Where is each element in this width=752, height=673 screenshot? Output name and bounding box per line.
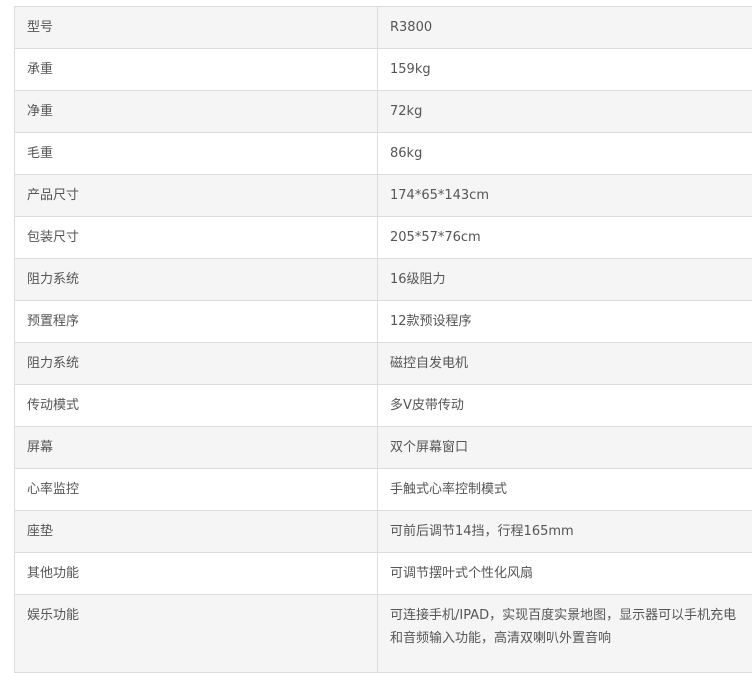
table-row: 座垫 可前后调节14挡，行程165mm — [15, 511, 752, 553]
spec-value: 双个屏幕窗口 — [378, 427, 752, 469]
table-row: 阻力系统 磁控自发电机 — [15, 343, 752, 385]
spec-label: 净重 — [15, 91, 378, 133]
table-row: 娱乐功能 可连接手机/IPAD，实现百度实景地图，显示器可以手机充电和音频输入功… — [15, 595, 752, 673]
spec-value: 多V皮带传动 — [378, 385, 752, 427]
table-row: 阻力系统 16级阻力 — [15, 259, 752, 301]
spec-value: 可调节摆叶式个性化风扇 — [378, 553, 752, 595]
table-row: 净重 72kg — [15, 91, 752, 133]
spec-value: 可连接手机/IPAD，实现百度实景地图，显示器可以手机充电和音频输入功能，高清双… — [378, 595, 752, 673]
spec-value: 86kg — [378, 133, 752, 175]
spec-label: 传动模式 — [15, 385, 378, 427]
table-row: 型号 R3800 — [15, 7, 752, 49]
table-row: 其他功能 可调节摆叶式个性化风扇 — [15, 553, 752, 595]
spec-value: 磁控自发电机 — [378, 343, 752, 385]
spec-label: 毛重 — [15, 133, 378, 175]
table-row: 毛重 86kg — [15, 133, 752, 175]
spec-value: R3800 — [378, 7, 752, 49]
table-row: 预置程序 12款预设程序 — [15, 301, 752, 343]
spec-value: 12款预设程序 — [378, 301, 752, 343]
spec-table: 型号 R3800 承重 159kg 净重 72kg 毛重 86kg 产品尺寸 1… — [14, 6, 752, 673]
spec-label: 型号 — [15, 7, 378, 49]
spec-label: 阻力系统 — [15, 343, 378, 385]
spec-label: 座垫 — [15, 511, 378, 553]
spec-value: 可前后调节14挡，行程165mm — [378, 511, 752, 553]
table-row: 包装尺寸 205*57*76cm — [15, 217, 752, 259]
spec-label: 包装尺寸 — [15, 217, 378, 259]
spec-label: 心率监控 — [15, 469, 378, 511]
spec-value: 72kg — [378, 91, 752, 133]
table-row: 传动模式 多V皮带传动 — [15, 385, 752, 427]
spec-value: 手触式心率控制模式 — [378, 469, 752, 511]
spec-label: 其他功能 — [15, 553, 378, 595]
spec-label: 预置程序 — [15, 301, 378, 343]
spec-value: 205*57*76cm — [378, 217, 752, 259]
table-row: 屏幕 双个屏幕窗口 — [15, 427, 752, 469]
spec-label: 娱乐功能 — [15, 595, 378, 673]
table-row: 承重 159kg — [15, 49, 752, 91]
spec-label: 屏幕 — [15, 427, 378, 469]
spec-label: 阻力系统 — [15, 259, 378, 301]
spec-value: 159kg — [378, 49, 752, 91]
spec-value: 16级阻力 — [378, 259, 752, 301]
spec-label: 产品尺寸 — [15, 175, 378, 217]
table-row: 心率监控 手触式心率控制模式 — [15, 469, 752, 511]
table-row: 产品尺寸 174*65*143cm — [15, 175, 752, 217]
spec-label: 承重 — [15, 49, 378, 91]
spec-value: 174*65*143cm — [378, 175, 752, 217]
